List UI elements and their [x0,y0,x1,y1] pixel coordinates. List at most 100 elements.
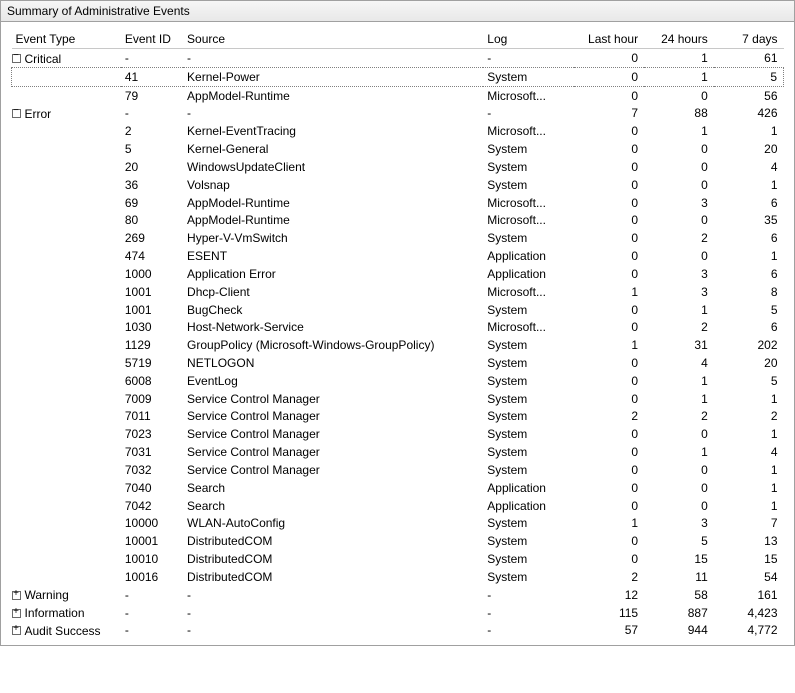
cell-event-id: 1129 [121,336,183,354]
table-row[interactable]: 1129GroupPolicy (Microsoft-Windows-Group… [12,336,784,354]
table-row[interactable]: 2Kernel-EventTracingMicrosoft...011 [12,122,784,140]
cell-event-type [12,318,121,336]
cell-log: - [483,604,574,622]
cell-event-type [12,372,121,390]
table-row[interactable]: 7032Service Control ManagerSystem001 [12,461,784,479]
table-row[interactable]: 20WindowsUpdateClientSystem004 [12,158,784,176]
cell-event-type [12,265,121,283]
cell-24-hours: 1 [644,67,714,86]
expand-icon[interactable] [12,626,21,635]
table-row[interactable]: Audit Success---579444,772 [12,622,784,640]
table-row[interactable]: Critical---0161 [12,49,784,67]
cell-source: Service Control Manager [183,390,483,408]
cell-24-hours: 4 [644,354,714,372]
event-type-label: Critical [25,51,62,65]
cell-log: Application [483,247,574,265]
cell-event-id: 7011 [121,408,183,426]
cell-event-type[interactable]: Error [12,104,121,122]
table-row[interactable]: 80AppModel-RuntimeMicrosoft...0035 [12,211,784,229]
table-row[interactable]: 269Hyper-V-VmSwitchSystem026 [12,229,784,247]
cell-log: System [483,443,574,461]
table-row[interactable]: 7042SearchApplication001 [12,497,784,515]
col-event-type[interactable]: Event Type [12,30,121,49]
cell-24-hours: 0 [644,211,714,229]
cell-log: System [483,67,574,86]
cell-7-days: 6 [714,194,784,212]
cell-event-id: 69 [121,194,183,212]
table-row[interactable]: 69AppModel-RuntimeMicrosoft...036 [12,194,784,212]
table-row[interactable]: 7031Service Control ManagerSystem014 [12,443,784,461]
cell-log: Microsoft... [483,122,574,140]
table-row[interactable]: 1001Dhcp-ClientMicrosoft...138 [12,283,784,301]
table-row[interactable]: 79AppModel-RuntimeMicrosoft...0056 [12,86,784,104]
cell-24-hours: 0 [644,247,714,265]
cell-source: Kernel-EventTracing [183,122,483,140]
cell-event-type[interactable]: Audit Success [12,622,121,640]
cell-last-hour: 0 [574,443,644,461]
table-row[interactable]: Error---788426 [12,104,784,122]
table-row[interactable]: 474ESENTApplication001 [12,247,784,265]
cell-event-type [12,354,121,372]
table-row[interactable]: Warning---1258161 [12,586,784,604]
cell-event-type [12,336,121,354]
col-7-days[interactable]: 7 days [714,30,784,49]
cell-last-hour: 0 [574,140,644,158]
cell-last-hour: 1 [574,283,644,301]
cell-7-days: 4 [714,443,784,461]
cell-log: System [483,301,574,319]
cell-event-type[interactable]: Information [12,604,121,622]
cell-log: System [483,568,574,586]
table-row[interactable]: 10010DistributedCOMSystem01515 [12,550,784,568]
cell-event-type[interactable]: Warning [12,586,121,604]
cell-7-days: 1 [714,461,784,479]
table-row[interactable]: 1001BugCheckSystem015 [12,301,784,319]
cell-24-hours: 58 [644,586,714,604]
collapse-icon[interactable] [12,109,21,118]
table-row[interactable]: 10016DistributedCOMSystem21154 [12,568,784,586]
table-row[interactable]: 10000WLAN-AutoConfigSystem137 [12,515,784,533]
col-source[interactable]: Source [183,30,483,49]
table-row[interactable]: 7011Service Control ManagerSystem222 [12,408,784,426]
table-row[interactable]: 1030Host-Network-ServiceMicrosoft...026 [12,318,784,336]
table-row[interactable]: 36VolsnapSystem001 [12,176,784,194]
table-row[interactable]: 5719NETLOGONSystem0420 [12,354,784,372]
cell-source: DistributedCOM [183,550,483,568]
col-24-hours[interactable]: 24 hours [644,30,714,49]
cell-7-days: 1 [714,390,784,408]
cell-event-id: 6008 [121,372,183,390]
cell-last-hour: 0 [574,479,644,497]
table-row[interactable]: 7023Service Control ManagerSystem001 [12,425,784,443]
cell-last-hour: 0 [574,176,644,194]
cell-source: Service Control Manager [183,443,483,461]
cell-event-type [12,176,121,194]
table-row[interactable]: 1000Application ErrorApplication036 [12,265,784,283]
table-row[interactable]: 41Kernel-PowerSystem015 [12,67,784,86]
cell-7-days: 161 [714,586,784,604]
table-row[interactable]: Information---1158874,423 [12,604,784,622]
cell-event-type[interactable]: Critical [12,49,121,67]
col-log[interactable]: Log [483,30,574,49]
cell-log: System [483,408,574,426]
col-last-hour[interactable]: Last hour [574,30,644,49]
cell-source: Kernel-Power [183,67,483,86]
table-row[interactable]: 10001DistributedCOMSystem0513 [12,532,784,550]
col-event-id[interactable]: Event ID [121,30,183,49]
cell-event-id: - [121,104,183,122]
table-row[interactable]: 5Kernel-GeneralSystem0020 [12,140,784,158]
cell-24-hours: 0 [644,497,714,515]
table-header-row[interactable]: Event Type Event ID Source Log Last hour… [12,30,784,49]
cell-log: System [483,372,574,390]
cell-event-type [12,67,121,86]
expand-icon[interactable] [12,609,21,618]
cell-7-days: 54 [714,568,784,586]
cell-event-type [12,568,121,586]
table-row[interactable]: 7040SearchApplication001 [12,479,784,497]
table-row[interactable]: 7009Service Control ManagerSystem011 [12,390,784,408]
cell-24-hours: 2 [644,318,714,336]
expand-icon[interactable] [12,591,21,600]
cell-24-hours: 0 [644,425,714,443]
table-row[interactable]: 6008EventLogSystem015 [12,372,784,390]
cell-24-hours: 2 [644,229,714,247]
cell-7-days: 20 [714,354,784,372]
collapse-icon[interactable] [12,54,21,63]
